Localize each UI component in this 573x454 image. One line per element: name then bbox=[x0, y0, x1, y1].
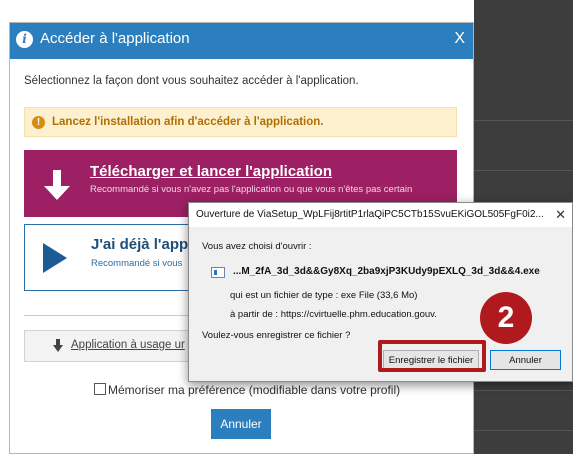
installed-button-sublabel: Recommandé si vous bbox=[91, 258, 183, 269]
exclamation-icon: ! bbox=[32, 116, 45, 129]
dialog-filename: ...M_2fA_3d_3d&&Gy8Xq_2ba9xjP3KUdy9pEXLQ… bbox=[233, 266, 540, 277]
dialog-question: Voulez-vous enregistrer ce fichier ? bbox=[202, 330, 351, 341]
intro-text: Sélectionnez la façon dont vous souhaite… bbox=[24, 75, 359, 87]
background-divider bbox=[474, 120, 573, 121]
download-button-label: Télécharger et lancer l'application bbox=[90, 163, 332, 180]
warning-alert: ! Lancez l'installation afin d'accéder à… bbox=[24, 107, 457, 137]
background-divider bbox=[474, 430, 573, 431]
dialog-filetype: qui est un fichier de type : exe File (3… bbox=[230, 290, 418, 301]
dialog-title: Ouverture de ViaSetup_WpLFij8rtitP1rlaQi… bbox=[196, 209, 544, 220]
download-small-icon bbox=[53, 339, 63, 352]
save-button-highlight bbox=[378, 340, 486, 372]
file-icon bbox=[211, 267, 225, 278]
modal-cancel-button[interactable]: Annuler bbox=[211, 409, 271, 439]
screenshot-frame: i Accéder à l'application X Sélectionnez… bbox=[0, 0, 573, 454]
remember-label: Mémoriser ma préférence (modifiable dans… bbox=[108, 383, 401, 397]
dialog-cancel-button[interactable]: Annuler bbox=[490, 350, 561, 370]
usage-link-label: Application à usage ur bbox=[71, 339, 185, 351]
installed-button-label: J'ai déjà l'app bbox=[91, 236, 189, 253]
dialog-titlebar: Ouverture de ViaSetup_WpLFij8rtitP1rlaQi… bbox=[189, 203, 572, 227]
background-divider bbox=[474, 170, 573, 171]
download-arrow-icon bbox=[44, 170, 70, 200]
download-button-sublabel: Recommandé si vous n'avez pas l'applicat… bbox=[90, 184, 413, 195]
modal-title: Accéder à l'application bbox=[40, 30, 190, 47]
play-icon bbox=[43, 243, 67, 273]
step-number-badge: 2 bbox=[480, 292, 532, 344]
background-divider bbox=[474, 390, 573, 391]
modal-header: i Accéder à l'application X bbox=[10, 23, 473, 59]
dialog-source: à partir de : https://cvirtuelle.phm.edu… bbox=[230, 309, 437, 320]
info-icon: i bbox=[16, 31, 33, 48]
dialog-close-button[interactable]: ✕ bbox=[555, 207, 566, 223]
alert-text: Lancez l'installation afin d'accéder à l… bbox=[52, 116, 324, 128]
modal-close-button[interactable]: X bbox=[454, 30, 465, 48]
remember-preference: Mémoriser ma préférence (modifiable dans… bbox=[94, 383, 400, 397]
remember-checkbox[interactable] bbox=[94, 383, 106, 395]
dialog-opening-text: Vous avez choisi d'ouvrir : bbox=[202, 241, 312, 252]
file-icon-mark bbox=[214, 270, 217, 275]
